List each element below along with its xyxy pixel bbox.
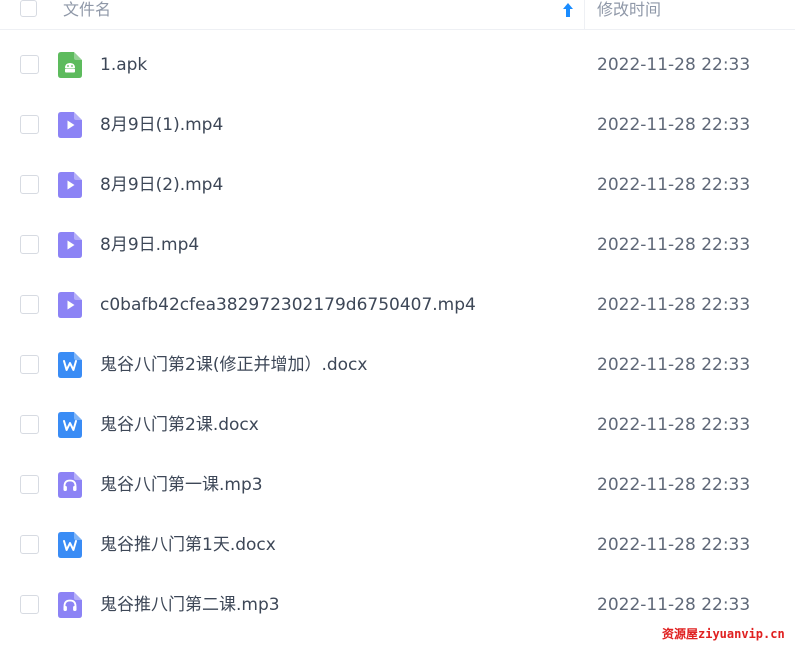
column-divider [584, 0, 585, 30]
column-header-modified-time[interactable]: 修改时间 [597, 0, 661, 20]
file-row[interactable]: 8月9日(1).mp4 2022-11-28 22:33 [0, 93, 795, 153]
file-row[interactable]: 8月9日(2).mp4 2022-11-28 22:33 [0, 153, 795, 213]
word-doc-icon [58, 412, 82, 438]
file-row[interactable]: c0bafb42cfea382972302179d6750407.mp4 2022… [0, 273, 795, 333]
file-modified-time: 2022-11-28 22:33 [597, 175, 751, 195]
row-checkbox[interactable] [20, 415, 39, 434]
file-name-link[interactable]: 鬼谷八门第2课(修正并增加）.docx [100, 353, 367, 377]
row-checkbox[interactable] [20, 55, 39, 74]
row-checkbox[interactable] [20, 595, 39, 614]
video-play-icon [58, 112, 82, 138]
file-modified-time: 2022-11-28 22:33 [597, 115, 751, 135]
watermark: 资源屋ziyuanvip.cn [662, 627, 785, 641]
select-all-checkbox[interactable] [20, 0, 37, 17]
file-modified-time: 2022-11-28 22:33 [597, 355, 751, 375]
video-play-icon [58, 292, 82, 318]
row-checkbox[interactable] [20, 295, 39, 314]
arrow-up-icon[interactable] [561, 2, 575, 18]
list-header: 文件名 修改时间 [0, 0, 795, 30]
file-row[interactable]: 8月9日.mp4 2022-11-28 22:33 [0, 213, 795, 273]
file-row[interactable]: 鬼谷八门第2课(修正并增加）.docx 2022-11-28 22:33 [0, 333, 795, 393]
row-checkbox[interactable] [20, 115, 39, 134]
video-play-icon [58, 172, 82, 198]
file-name-link[interactable]: 鬼谷推八门第1天.docx [100, 533, 276, 557]
file-name-link[interactable]: 鬼谷八门第2课.docx [100, 413, 259, 437]
row-checkbox[interactable] [20, 355, 39, 374]
file-modified-time: 2022-11-28 22:33 [597, 595, 751, 615]
file-name-link[interactable]: 鬼谷八门第一课.mp3 [100, 473, 263, 497]
row-checkbox[interactable] [20, 235, 39, 254]
file-name-link[interactable]: c0bafb42cfea382972302179d6750407.mp4 [100, 293, 476, 317]
file-row[interactable]: 鬼谷推八门第二课.mp3 2022-11-28 22:33 [0, 573, 795, 633]
file-modified-time: 2022-11-28 22:33 [597, 235, 751, 255]
file-modified-time: 2022-11-28 22:33 [597, 295, 751, 315]
video-play-icon [58, 232, 82, 258]
row-checkbox[interactable] [20, 475, 39, 494]
audio-headphones-icon [58, 472, 82, 498]
file-row[interactable]: 鬼谷八门第2课.docx 2022-11-28 22:33 [0, 393, 795, 453]
word-doc-icon [58, 532, 82, 558]
file-modified-time: 2022-11-28 22:33 [597, 55, 751, 75]
file-name-link[interactable]: 鬼谷推八门第二课.mp3 [100, 593, 280, 617]
file-row[interactable]: 1.apk 2022-11-28 22:33 [0, 33, 795, 93]
file-modified-time: 2022-11-28 22:33 [597, 475, 751, 495]
audio-headphones-icon [58, 592, 82, 618]
file-modified-time: 2022-11-28 22:33 [597, 535, 751, 555]
file-name-link[interactable]: 1.apk [100, 53, 147, 77]
file-name-link[interactable]: 8月9日(2).mp4 [100, 173, 223, 197]
row-checkbox[interactable] [20, 535, 39, 554]
word-doc-icon [58, 352, 82, 378]
row-checkbox[interactable] [20, 175, 39, 194]
file-row[interactable]: 鬼谷八门第一课.mp3 2022-11-28 22:33 [0, 453, 795, 513]
file-row[interactable]: 鬼谷推八门第1天.docx 2022-11-28 22:33 [0, 513, 795, 573]
file-modified-time: 2022-11-28 22:33 [597, 415, 751, 435]
android-icon [58, 52, 82, 78]
file-list: 文件名 修改时间 1.apk 2022-11-28 22:33 8月9日(1).mp… [0, 0, 795, 658]
column-header-filename[interactable]: 文件名 [63, 0, 111, 20]
file-name-link[interactable]: 8月9日.mp4 [100, 233, 199, 257]
file-name-link[interactable]: 8月9日(1).mp4 [100, 113, 223, 137]
